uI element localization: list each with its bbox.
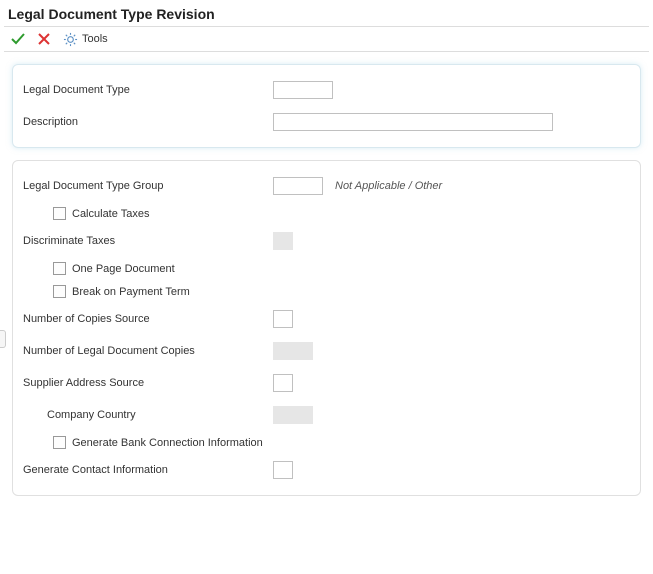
company-country-input [273,406,313,424]
supplier-addr-input[interactable] [273,374,293,392]
section-details: Legal Document Type Group Not Applicable… [12,160,641,496]
description-label: Description [23,116,273,128]
legal-doc-type-input[interactable] [273,81,333,99]
tools-button[interactable]: Tools [62,31,108,47]
gen-contact-input[interactable] [273,461,293,479]
page-title: Legal Document Type Revision [4,4,649,26]
ok-button[interactable] [10,31,26,47]
break-payment-label: Break on Payment Term [72,286,190,298]
break-payment-checkbox[interactable] [53,285,66,298]
legal-doc-type-label: Legal Document Type [23,84,273,96]
expand-flap-icon[interactable] [0,330,6,348]
num-legal-copies-label: Number of Legal Document Copies [23,345,273,357]
gear-icon [62,31,78,47]
discriminate-taxes-label: Discriminate Taxes [23,235,273,247]
doc-type-group-input[interactable] [273,177,323,195]
doc-type-group-label: Legal Document Type Group [23,180,273,192]
toolbar: Tools [4,26,649,52]
doc-type-group-hint: Not Applicable / Other [335,180,442,192]
num-legal-copies-input [273,342,313,360]
cancel-button[interactable] [36,31,52,47]
company-country-label: Company Country [23,409,273,421]
section-header-fields: Legal Document Type Description [12,64,641,148]
x-icon [36,31,52,47]
discriminate-taxes-input [273,232,293,250]
check-icon [10,31,26,47]
num-copies-source-label: Number of Copies Source [23,313,273,325]
gen-bank-checkbox[interactable] [53,436,66,449]
gen-contact-label: Generate Contact Information [23,464,273,476]
calculate-taxes-checkbox[interactable] [53,207,66,220]
one-page-doc-checkbox[interactable] [53,262,66,275]
gen-bank-label: Generate Bank Connection Information [72,437,263,449]
one-page-doc-label: One Page Document [72,263,175,275]
supplier-addr-label: Supplier Address Source [23,377,273,389]
num-copies-source-input[interactable] [273,310,293,328]
description-input[interactable] [273,113,553,131]
calculate-taxes-label: Calculate Taxes [72,208,149,220]
tools-label: Tools [82,33,108,45]
